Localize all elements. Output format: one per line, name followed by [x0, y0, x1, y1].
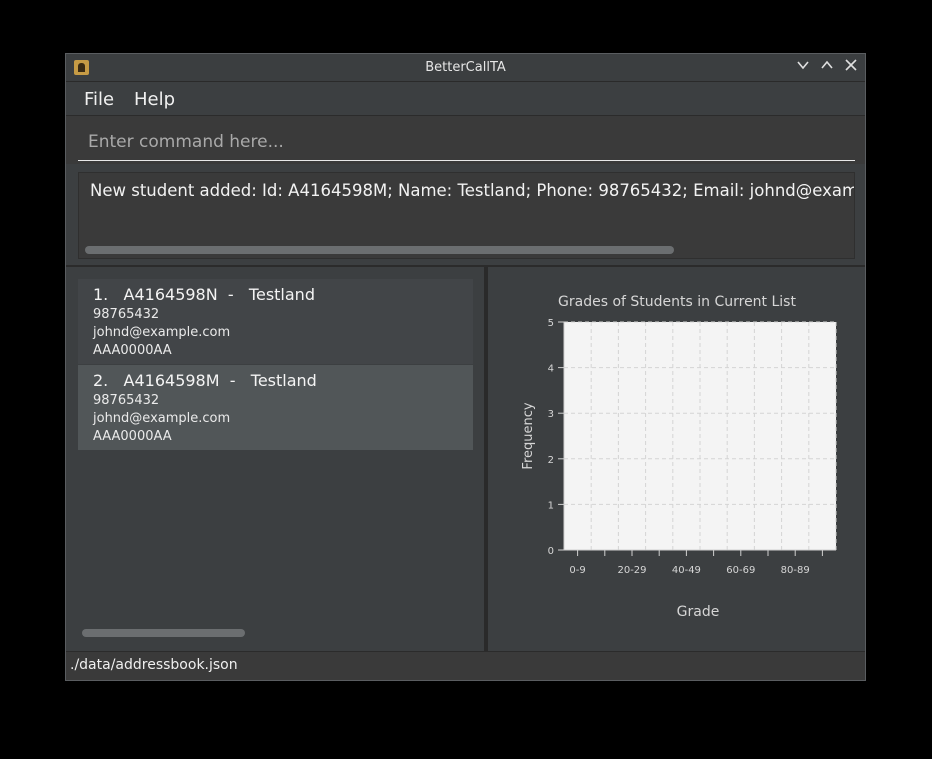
- result-message: New student added: Id: A4164598M; Name: …: [90, 181, 855, 200]
- window-title: BetterCallTA: [425, 60, 506, 75]
- chart-x-tick-label: 80-89: [781, 565, 810, 576]
- command-input[interactable]: [78, 124, 855, 161]
- chart-x-tick-label: 20-29: [617, 565, 646, 576]
- result-scrollbar[interactable]: [85, 246, 674, 254]
- result-display: New student added: Id: A4164598M; Name: …: [78, 172, 855, 259]
- menu-file[interactable]: File: [84, 89, 114, 110]
- chart-title: Grades of Students in Current List: [558, 294, 796, 310]
- student-card[interactable]: 1. A4164598N - Testland 98765432 johnd@e…: [78, 279, 473, 364]
- chart-x-tick-label: 0-9: [569, 565, 585, 576]
- student-code: AAA0000AA: [93, 429, 172, 444]
- student-phone: 98765432: [93, 307, 160, 322]
- student-email: johnd@example.com: [93, 325, 231, 340]
- student-id: A4164598N: [123, 285, 218, 304]
- title-bar[interactable]: BetterCallTA: [66, 54, 865, 82]
- student-index: 1.: [93, 285, 109, 304]
- student-list: 1. A4164598N - Testland 98765432 johnd@e…: [66, 267, 484, 651]
- menu-bar: File Help: [66, 82, 865, 116]
- student-phone: 98765432: [93, 393, 160, 408]
- chart-y-label: Frequency: [521, 402, 536, 469]
- chart-y-tick-label: 4: [548, 364, 554, 375]
- student-name: Testland: [250, 371, 317, 390]
- student-card[interactable]: 2. A4164598M - Testland 98765432 johnd@e…: [78, 365, 473, 450]
- chart-x-label: Grade: [677, 604, 720, 620]
- minimize-icon[interactable]: [794, 58, 812, 76]
- student-name: Testland: [248, 285, 315, 304]
- chart-x-tick-label: 60-69: [726, 565, 755, 576]
- close-icon[interactable]: [842, 58, 860, 76]
- chart-y-tick-label: 3: [548, 409, 554, 420]
- grade-chart: Grades of Students in Current List 0 1 2 3 4…: [488, 267, 865, 651]
- menu-help[interactable]: Help: [134, 89, 175, 110]
- chart-x-tick-label: 40-49: [672, 565, 701, 576]
- status-file-path: ./data/addressbook.json: [70, 657, 238, 673]
- student-index: 2.: [93, 371, 109, 390]
- maximize-icon[interactable]: [818, 58, 836, 76]
- status-bar: ./data/addressbook.json: [66, 651, 865, 680]
- student-id: A4164598M: [123, 371, 220, 390]
- student-separator: -: [227, 285, 234, 304]
- chart-y-tick-label: 5: [548, 318, 554, 329]
- chart-y-tick-label: 1: [548, 500, 554, 511]
- student-email: johnd@example.com: [93, 411, 231, 426]
- student-separator: -: [229, 371, 236, 390]
- chart-y-tick-label: 0: [548, 546, 554, 557]
- student-code: AAA0000AA: [93, 343, 172, 358]
- command-box: [66, 116, 865, 164]
- chart-y-tick-label: 2: [548, 455, 554, 466]
- chart-plot-area: 0 1 2 3 4 5 0-9 20-29 40-49 60-69 80-89: [548, 318, 837, 576]
- list-scrollbar[interactable]: [82, 629, 245, 637]
- app-window: BetterCallTA File Help New student added…: [65, 53, 866, 681]
- grade-chart-svg: Grades of Students in Current List 0 1 2 3 4…: [521, 294, 837, 620]
